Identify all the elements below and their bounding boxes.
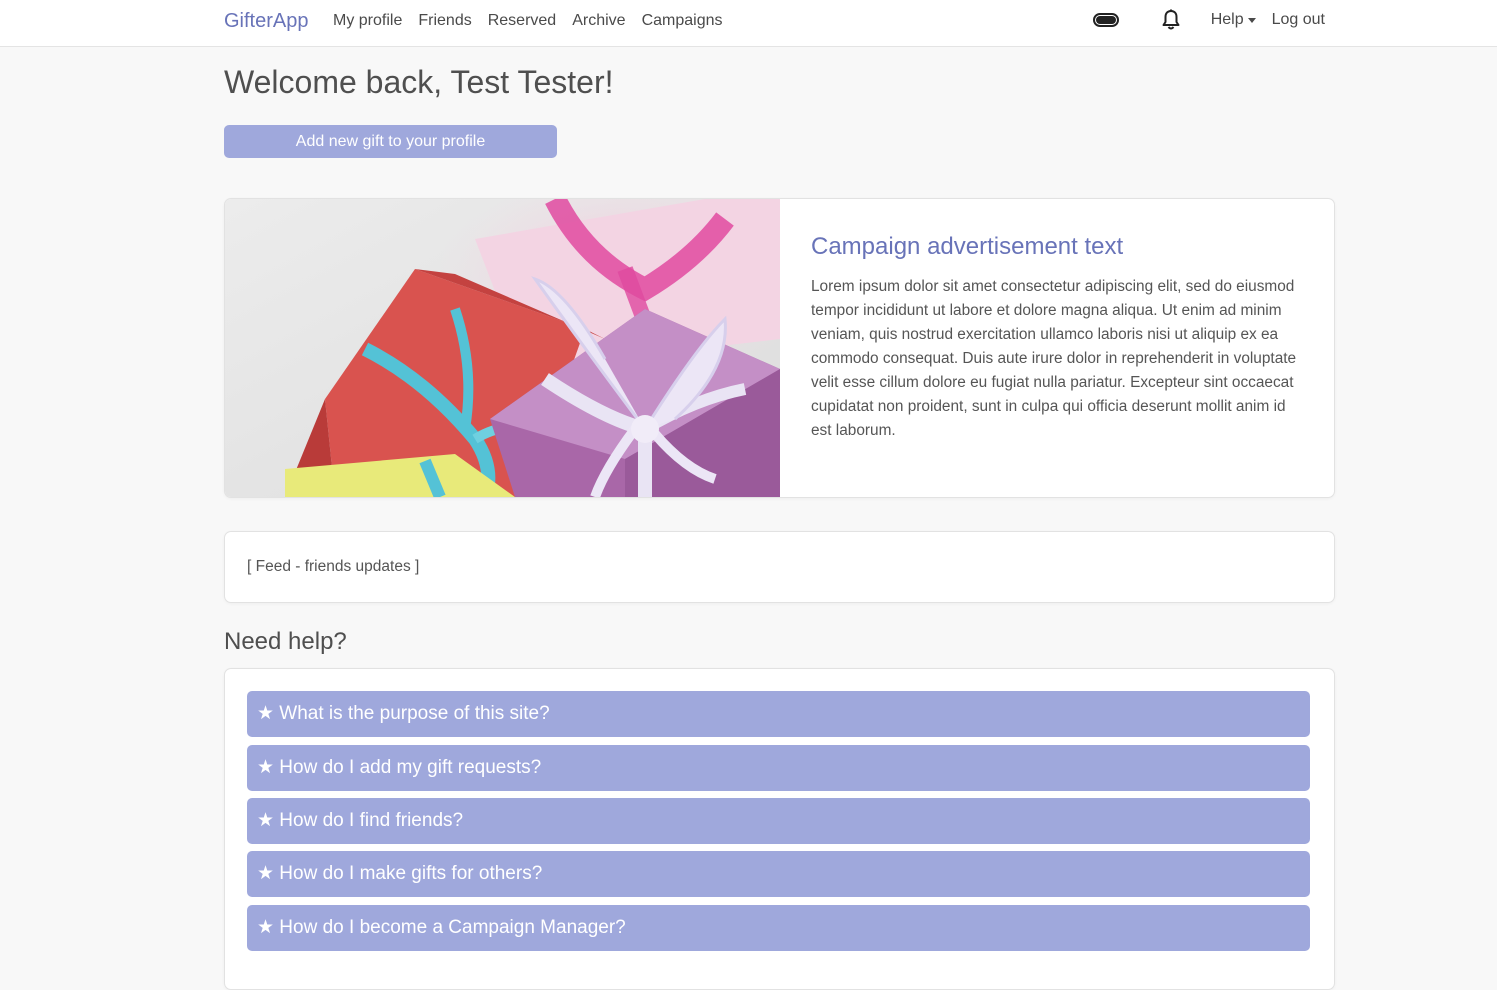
nav-links: My profile Friends Reserved Archive Camp… bbox=[333, 12, 723, 30]
add-gift-button[interactable]: Add new gift to your profile bbox=[224, 125, 557, 158]
faq-item-find-friends[interactable]: ★ How do I find friends? bbox=[247, 798, 1310, 844]
campaign-card: Campaign advertisement text Lorem ipsum … bbox=[224, 198, 1335, 498]
welcome-heading: Welcome back, Test Tester! bbox=[224, 64, 614, 100]
top-navbar: GifterApp My profile Friends Reserved Ar… bbox=[0, 0, 1497, 47]
bell-icon[interactable] bbox=[1161, 9, 1181, 31]
nav-link-reserved[interactable]: Reserved bbox=[488, 12, 556, 30]
nav-link-campaigns[interactable]: Campaigns bbox=[642, 12, 723, 30]
help-dropdown[interactable]: Help bbox=[1211, 11, 1256, 29]
toggle-fill bbox=[1095, 16, 1116, 24]
faq-item-make-gifts[interactable]: ★ How do I make gifts for others? bbox=[247, 851, 1310, 897]
brand-logo[interactable]: GifterApp bbox=[224, 10, 308, 33]
faq-item-purpose[interactable]: ★ What is the purpose of this site? bbox=[247, 691, 1310, 737]
help-label: Help bbox=[1210, 11, 1244, 28]
nav-link-my-profile[interactable]: My profile bbox=[333, 12, 402, 30]
campaign-body: Lorem ipsum dolor sit amet consectetur a… bbox=[811, 278, 1297, 439]
faq-item-campaign-manager[interactable]: ★ How do I become a Campaign Manager? bbox=[247, 905, 1310, 951]
feed-card: [ Feed - friends updates ] bbox=[224, 531, 1335, 603]
faq-item-add-gift-requests[interactable]: ★ How do I add my gift requests? bbox=[247, 745, 1310, 791]
nav-link-friends[interactable]: Friends bbox=[418, 12, 471, 30]
gift-boxes-image bbox=[225, 199, 780, 497]
caret-down-icon bbox=[1247, 17, 1256, 23]
navbar-container: GifterApp My profile Friends Reserved Ar… bbox=[224, 0, 1325, 46]
help-heading: Need help? bbox=[224, 628, 347, 655]
campaign-title: Campaign advertisement text bbox=[811, 233, 1124, 260]
nav-right: Help Log out bbox=[1092, 9, 1325, 31]
dark-mode-toggle[interactable] bbox=[1092, 13, 1119, 27]
nav-link-archive[interactable]: Archive bbox=[572, 12, 625, 30]
logout-link[interactable]: Log out bbox=[1272, 11, 1325, 29]
feed-placeholder-text: [ Feed - friends updates ] bbox=[247, 558, 420, 575]
faq-card: ★ What is the purpose of this site? ★ Ho… bbox=[224, 668, 1335, 990]
